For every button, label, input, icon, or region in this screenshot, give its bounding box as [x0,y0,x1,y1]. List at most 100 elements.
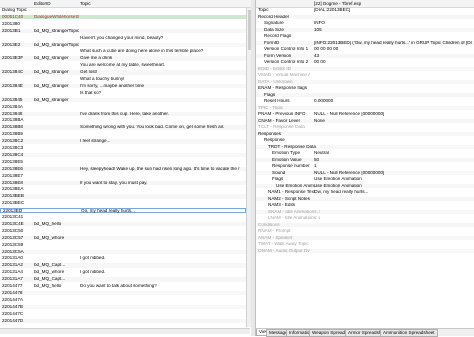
field-row[interactable]: Response number 1 [256,164,474,169]
tree-row[interactable]: 22013BEB [0,194,246,199]
field-value[interactable]: NULL - Null Reference [00000000] [314,171,472,176]
field-row[interactable]: TCLT - Response Data [256,125,474,130]
tree-row[interactable]: 220138C4 [0,152,246,158]
tree-row[interactable]: Is that so? [0,91,246,96]
field-value[interactable]: 105 [314,28,472,33]
tree-row[interactable]: 220138C3 [0,146,246,151]
tree-row[interactable]: 220138E5 [0,160,246,165]
field-value[interactable]: NULL - Null Reference [00000000] [314,112,472,117]
field-row[interactable]: ENAM - Response flags [256,86,474,91]
tree-row[interactable]: 2201384A [0,105,246,110]
field-row[interactable]: Use Emotion Anim... Use Emotion Animation [256,183,474,189]
field-row[interactable]: Form Version 43 [256,53,474,59]
field-row[interactable]: Version Control Info 2 00 00 [256,60,474,65]
tree-row[interactable]: 220138EA [0,187,246,192]
field-value[interactable]: 00 00 00 00 [314,47,472,52]
tree-row[interactable]: 22013B1 bd_MQ_strangerTopic [0,28,246,34]
field-row[interactable]: TWAT - Walk Away Topic [256,242,474,247]
field-row[interactable]: CNAM - Favor Level None [256,118,474,124]
tree-row[interactable]: 22013C59 [0,243,246,248]
field-value[interactable]: Use Emotion Animation [314,184,472,189]
tree-row[interactable]: Haven't you changed your mind, beauty? [0,36,246,41]
field-row[interactable]: Version Control Info 1 00 00 00 00 [256,47,474,52]
row-topic[interactable]: Oo, my head really hurts... [81,209,241,214]
field-value[interactable]: 00 00 [314,60,472,65]
field-row[interactable]: VMAD - Virtual Machine Adapter [256,73,474,78]
field-row[interactable]: Topic [DIAL:22013BEC] [256,8,474,13]
field-row[interactable]: Record Flags [256,34,474,39]
tree-row[interactable]: 220131A7 bd_MQ_Capt... [0,277,246,282]
tree-row[interactable]: 22013C5A [0,249,246,254]
field-row[interactable]: ONAM - Audio Output Override [256,248,474,253]
field-row[interactable]: NAM1 - Response Text Ow, my head really h… [256,190,474,195]
field-value[interactable]: Ow, my head really hurts... [314,190,472,195]
tree-row[interactable]: 22013BEC [0,201,246,206]
tree-row[interactable]: 220138E7 [0,174,246,179]
field-value[interactable]: Neutral [314,151,472,156]
tree-row[interactable]: 22013C4E bd_MQ_hello [0,221,246,227]
tree-row[interactable]: 2201447B [0,304,246,310]
tree-row[interactable]: 22014477 bd_MQ_hello Do you want to talk a… [0,284,246,289]
field-value[interactable]: 0.000000 [314,99,472,104]
field-value[interactable]: Use Emotion Animation [314,177,472,182]
field-row[interactable]: TPIC - Topic [256,105,474,110]
field-row[interactable]: EDID - Editor ID [256,66,474,71]
field-value[interactable]: None [314,119,472,124]
tree-row[interactable]: 2201447C [0,312,246,317]
tree-row[interactable]: 2201447D [0,318,246,323]
tree-row[interactable]: 220138E8 If you want to stay, you must pa… [0,180,246,185]
col-editorid-header[interactable]: EditorID [34,1,51,6]
field-row[interactable]: RNAM - Prompt [256,229,474,234]
plugin-column-header[interactable]: [22] Dogme - Tbref.esp [314,1,361,6]
field-row[interactable]: ANAM - Speaker [256,235,474,240]
field-row[interactable]: Emotion Type Neutral [256,151,474,156]
field-row[interactable]: Reset Hours 0.000000 [256,99,474,104]
field-value[interactable]: 50 [314,158,472,163]
field-row[interactable]: PNAM - Previous INFO NULL - Null Referenc… [256,112,474,117]
tree-row[interactable]: Dialog Topic [0,8,246,13]
tree-row[interactable]: 22013E3F bd_MQ_stranger Give me a drink [0,56,246,61]
field-row[interactable]: SNAM - Idle Animations: Sp... [256,209,474,214]
horizontal-scrollbar[interactable] [0,328,250,334]
field-row[interactable]: Signature INFO [256,21,474,26]
field-row[interactable]: Sound NULL - Null Reference [00000000] [256,170,474,176]
field-row[interactable]: Conditions [256,222,474,227]
tree-row[interactable]: 00051C40 DialogueWhitehorseStallBranchTop… [0,14,246,20]
field-value[interactable]: 43 [314,54,472,59]
tree-row[interactable]: 22013C50 [0,229,246,234]
field-value[interactable]: INFO [314,21,472,26]
tree-row[interactable]: 22013ED Oo, my head really hurts... [0,208,246,213]
field-value[interactable]: [INFO:22013BED] ('Ow, my head really hur… [314,41,472,46]
field-row[interactable]: DATA - Unknown [256,79,474,84]
tree-row[interactable]: 22013848 I've drank from this cup. Here, … [0,111,246,116]
field-row[interactable]: NAM3 - Edits [256,203,474,208]
field-row[interactable]: FormID [INFO:22013BED] ('Ow, my head real… [256,40,474,46]
tree-row[interactable]: What such a cutie are doing here alone i… [0,49,246,54]
field-value[interactable]: [DIAL:22013BEC] [314,8,472,13]
field-row[interactable]: Response [256,138,474,143]
tree-row[interactable]: 22013C57 bd_MQ_whore [0,235,246,241]
field-row[interactable]: Responses [256,131,474,136]
tree-row[interactable]: 2201384C bd_MQ_stranger Get lost! [0,70,246,75]
tree-row[interactable]: 22014478 [0,290,246,296]
field-row[interactable]: TRDT - Response Data [256,144,474,149]
field-row[interactable]: Emotion Value 50 [256,157,474,163]
tree-row[interactable]: 2201384E bd_MQ_stranger I'm sorry, ...mayb… [0,83,246,89]
tree-row[interactable]: 22013C41 [0,215,246,220]
field-row[interactable]: Flags Use Emotion Animation [256,177,474,182]
col-topic-header[interactable]: Topic [80,1,91,6]
tree-row[interactable]: 220131A4 bd_MQ_whore I got nibbed. [0,270,246,275]
field-row[interactable]: Record Header [256,14,474,19]
tree-row[interactable]: 220131A2 bd_MQ_Capt... [0,263,246,268]
tree-row[interactable]: 220138C2 I feel strange... [0,139,246,144]
tree-row[interactable]: 220138E6 Hey, sleepyhead! Wake up, the su… [0,166,246,172]
field-row[interactable]: Data Size 105 [256,27,474,33]
tree-row[interactable]: 220138BA [0,118,246,123]
tree-row[interactable]: 220131A0 I got nibbed. [0,256,246,261]
tree-row[interactable]: 220138B8 Something wrong with you. You lo… [0,125,246,130]
field-row[interactable]: LNAM - Idle Animations: Li... [256,216,474,221]
tree-row[interactable]: 220138B9 [0,132,246,137]
field-value[interactable]: 1 [314,164,472,169]
field-row[interactable]: Flags [256,92,474,97]
field-row[interactable]: NAM2 - Script Notes [256,196,474,201]
